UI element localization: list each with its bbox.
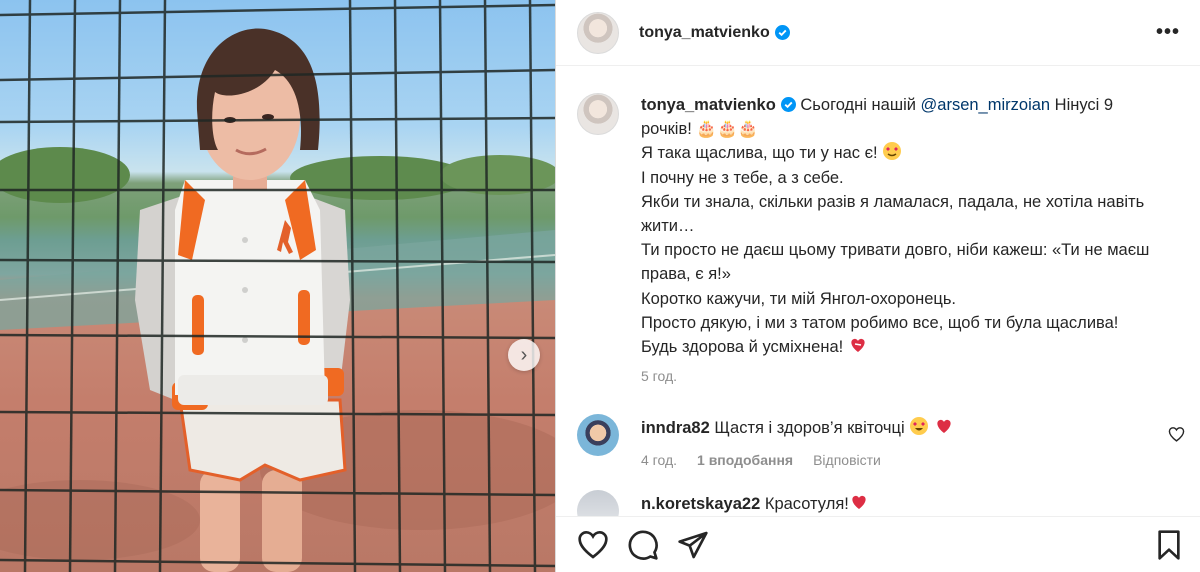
photo-illustration (0, 0, 555, 572)
heart-eyes-emoji-icon (910, 417, 929, 436)
cake-emoji: 🎂🎂🎂 (696, 120, 759, 139)
comment-body: Красотуля! (764, 495, 849, 514)
caption-line-3: І почну не з тебе, а з себе. (641, 168, 844, 187)
instagram-post: › tonya_matvienko ••• tonya_matvienko Сь… (0, 0, 1200, 572)
caption-line-2: Я така щаслива, що ти у нас є! (641, 144, 883, 163)
verified-badge-icon (780, 97, 796, 112)
verified-badge-icon (774, 25, 790, 40)
paper-plane-icon[interactable] (677, 529, 709, 561)
mention-link[interactable]: @arsen_mirzoian (921, 96, 1051, 114)
heart-icon[interactable] (577, 529, 609, 561)
caption-text: tonya_matvienko Сьогодні нашій @arsen_mi… (641, 93, 1161, 359)
comment-username[interactable]: inndra82 (641, 419, 710, 437)
comment-item: inndra82 Щастя і здоров’я квіточці 4 год… (577, 414, 1185, 468)
caption-line-1: Сьогодні нашій (800, 96, 921, 114)
caption-line-5: Ти просто не даєш цьому тривати довго, н… (641, 241, 1150, 284)
comment-meta: 4 год. 1 вподобання Відповісти (641, 452, 954, 468)
comment-item: n.koretskaya22 Красотуля! (577, 490, 1185, 516)
action-bar (556, 516, 1200, 572)
caption-line-8: Будь здорова й усміхнена! (641, 338, 848, 357)
comment-username[interactable]: n.koretskaya22 (641, 495, 760, 513)
comment-time: 4 год. (641, 452, 678, 469)
caption-author[interactable]: tonya_matvienko (641, 96, 776, 114)
red-heart-emoji-icon (937, 420, 951, 434)
caption: tonya_matvienko Сьогодні нашій @arsen_mi… (577, 93, 1185, 384)
author-username[interactable]: tonya_matvienko (639, 24, 770, 42)
next-image-button[interactable]: › (508, 339, 540, 371)
post-time: 5 год. (641, 368, 678, 385)
comment-text: n.koretskaya22 Красотуля! (641, 490, 869, 516)
caption-line-4: Якби ти знала, скільки разів я ламалася,… (641, 192, 1145, 236)
post-details-panel: tonya_matvienko ••• tonya_matvienko Сьог… (555, 0, 1200, 572)
chevron-right-icon: › (520, 343, 528, 366)
post-header: tonya_matvienko ••• (556, 0, 1200, 66)
caption-line-7: Просто дякую, і ми з татом робимо все, щ… (641, 313, 1119, 332)
comment-likes-button[interactable]: 1 вподобання (697, 452, 793, 468)
comment-icon[interactable] (627, 529, 659, 561)
comment-body: Щастя і здоров’я квіточці (714, 419, 910, 438)
post-photo[interactable]: › (0, 0, 555, 572)
author-avatar[interactable] (577, 11, 619, 54)
reply-button[interactable]: Відповісти (813, 452, 881, 468)
bookmark-icon[interactable] (1153, 529, 1185, 561)
comment-like-heart-icon[interactable] (1168, 426, 1185, 443)
commenter-avatar[interactable] (577, 490, 619, 516)
more-options-button[interactable]: ••• (1156, 21, 1180, 44)
commenter-avatar[interactable] (577, 414, 619, 457)
smiling-hearts-emoji-icon (883, 142, 902, 161)
comment-text: inndra82 Щастя і здоров’я квіточці (641, 414, 954, 440)
mending-heart-emoji-icon (851, 338, 865, 353)
comments-feed[interactable]: tonya_matvienko Сьогодні нашій @arsen_mi… (556, 66, 1200, 516)
red-heart-emoji-icon (852, 496, 866, 510)
caption-avatar[interactable] (577, 93, 619, 135)
caption-line-6: Коротко кажучи, ти мій Янгол-охоронець. (641, 289, 957, 308)
